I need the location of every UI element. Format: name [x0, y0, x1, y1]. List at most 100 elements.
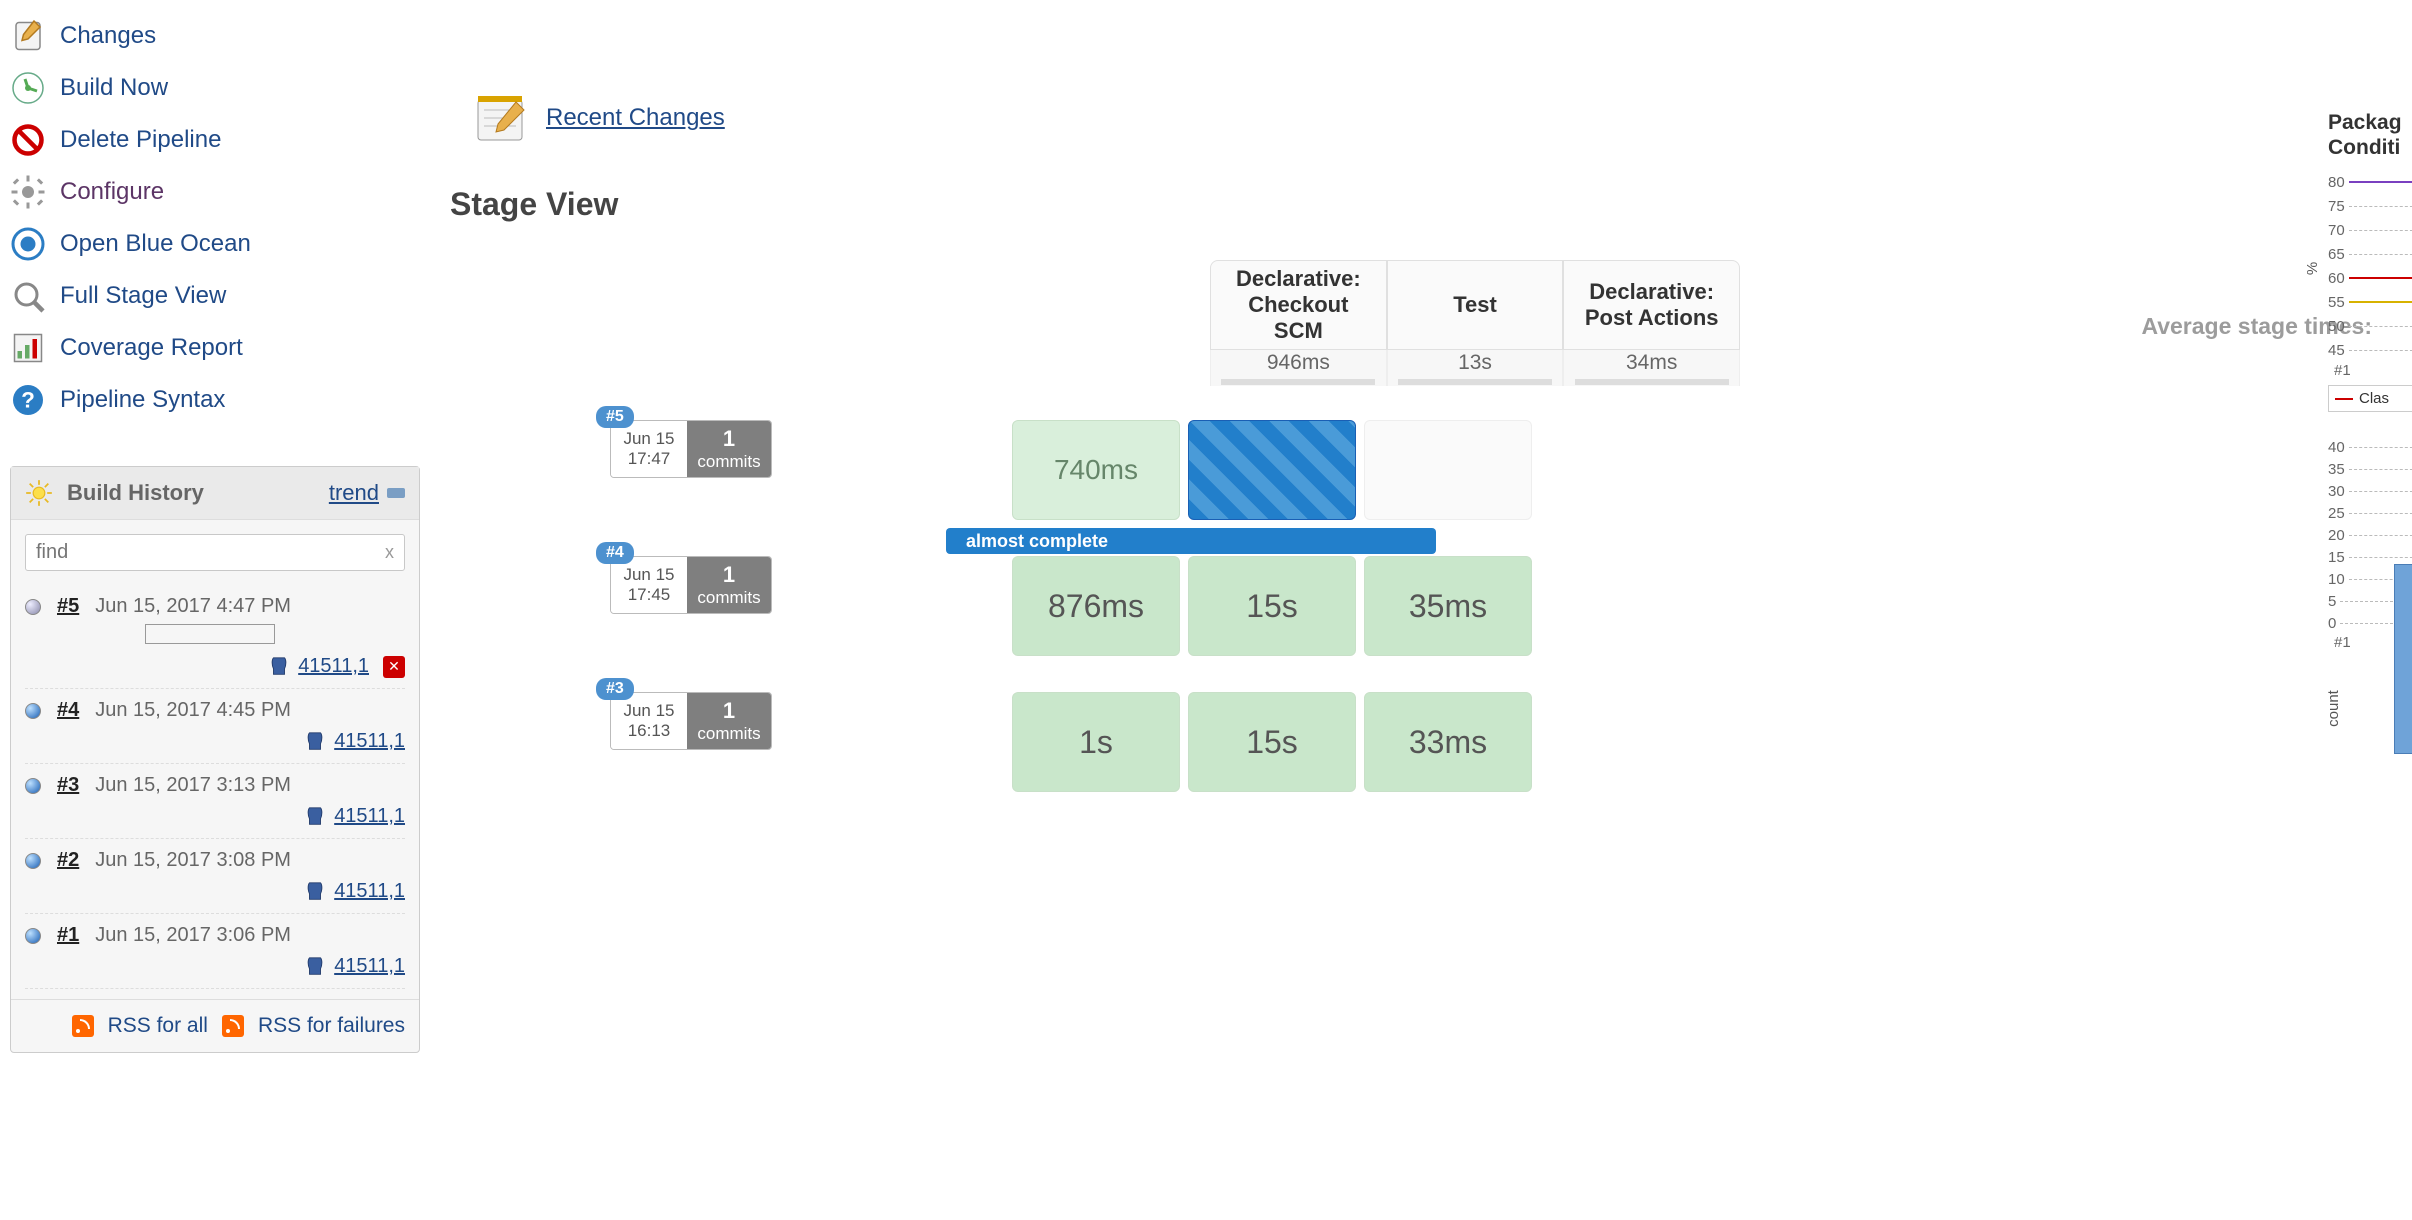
coverage-icon	[10, 330, 46, 366]
changes-icon	[10, 18, 46, 54]
stage-table: Declarative: Checkout SCMTestDeclarative…	[1210, 260, 1740, 386]
build-search-input[interactable]	[36, 541, 385, 564]
build-number-link[interactable]: #3	[57, 774, 79, 797]
build-badge[interactable]: #5	[596, 406, 634, 428]
avg-bar	[1221, 379, 1375, 385]
build-list-item: #3 Jun 15, 2017 3:13 PM 41511,1	[25, 764, 405, 839]
status-ball-icon	[25, 599, 41, 615]
jenkins-worker-icon	[304, 806, 326, 828]
y-tick: 20	[2328, 524, 2412, 546]
sidebar-item-delete[interactable]: Delete Pipeline	[10, 114, 420, 166]
rss-icon	[72, 1015, 94, 1037]
sidebar-item-full-stage[interactable]: Full Stage View	[10, 270, 420, 322]
chart1-y-label: %	[2304, 262, 2321, 275]
row-commits: 1commits	[687, 693, 771, 749]
stage-cell[interactable]: 15s	[1188, 556, 1356, 656]
y-tick: 60	[2328, 266, 2412, 290]
row-date: Jun 1517:45	[611, 557, 687, 613]
sidebar-item-blue-ocean[interactable]: Open Blue Ocean	[10, 218, 420, 270]
row-date-card: #5 Jun 1517:47 1commits	[610, 420, 772, 478]
chart2-y-label: count	[2325, 690, 2342, 727]
build-number-link[interactable]: #5	[57, 595, 79, 618]
stage-row: #5 Jun 1517:47 1commits 740ms	[610, 420, 1770, 520]
right-chart-area: Packag Conditi % 8075706560555045 #1 Cla…	[2328, 110, 2412, 651]
y-tick: 65	[2328, 242, 2412, 266]
sidebar-link[interactable]: Changes	[60, 22, 156, 50]
build-number-link[interactable]: #4	[57, 699, 79, 722]
stage-cell[interactable]	[1188, 420, 1356, 520]
chart1-title-line1: Packag	[2328, 110, 2412, 135]
chart1-title-line2: Conditi	[2328, 135, 2412, 160]
rss-failures-link[interactable]: RSS for failures	[258, 1014, 405, 1038]
notepad-icon	[470, 90, 530, 146]
recent-changes-link[interactable]: Recent Changes	[546, 104, 725, 132]
sidebar-link[interactable]: Full Stage View	[60, 282, 226, 310]
stage-cell[interactable]: 1s	[1012, 692, 1180, 792]
build-sub-link[interactable]: 41511,1	[334, 880, 405, 903]
avg-bar	[1575, 379, 1729, 385]
y-tick: 25	[2328, 502, 2412, 524]
build-now-icon	[10, 70, 46, 106]
stage-rows: #5 Jun 1517:47 1commits 740ms #4 Jun 151…	[910, 410, 1770, 792]
sidebar-link[interactable]: Pipeline Syntax	[60, 386, 225, 414]
chart1-x-tick: #1	[2334, 362, 2412, 379]
sidebar-item-changes[interactable]: Changes	[10, 10, 420, 62]
build-date: Jun 15, 2017 3:08 PM	[95, 849, 291, 872]
sidebar-link[interactable]: Delete Pipeline	[60, 126, 221, 154]
row-date: Jun 1516:13	[611, 693, 687, 749]
stage-cell[interactable]: 740ms	[1012, 420, 1180, 520]
avg-bar	[1398, 379, 1552, 385]
stage-row: #4 Jun 1517:45 1commits almost complete …	[610, 556, 1770, 656]
sidebar-link[interactable]: Configure	[60, 178, 164, 206]
trend-link[interactable]: trend	[329, 480, 379, 506]
build-badge[interactable]: #3	[596, 678, 634, 700]
build-sub-link[interactable]: 41511,1	[334, 805, 405, 828]
build-list-item: #2 Jun 15, 2017 3:08 PM 41511,1	[25, 839, 405, 914]
build-list-item: #5 Jun 15, 2017 4:47 PM 41511,1 ✕	[25, 585, 405, 689]
stage-cell[interactable]: 35ms	[1364, 556, 1532, 656]
build-date: Jun 15, 2017 4:47 PM	[95, 595, 291, 618]
stage-cell[interactable]: 876ms	[1012, 556, 1180, 656]
build-number-link[interactable]: #1	[57, 924, 79, 947]
build-history-title: Build History	[67, 480, 329, 506]
stage-header-cell: Declarative: Post Actions	[1563, 260, 1740, 350]
chart2-bar	[2394, 564, 2412, 754]
stage-cell[interactable]: 33ms	[1364, 692, 1532, 792]
build-sub-link[interactable]: 41511,1	[298, 655, 369, 678]
status-ball-icon	[25, 778, 41, 794]
rss-all-link[interactable]: RSS for all	[108, 1014, 208, 1038]
sidebar-link[interactable]: Open Blue Ocean	[60, 230, 251, 258]
stage-cells: 1s15s33ms	[1012, 692, 1532, 792]
sidebar-item-coverage[interactable]: Coverage Report	[10, 322, 420, 374]
build-sub-link[interactable]: 41511,1	[334, 955, 405, 978]
build-sub-link[interactable]: 41511,1	[334, 730, 405, 753]
build-badge[interactable]: #4	[596, 542, 634, 564]
stage-cell[interactable]: 15s	[1188, 692, 1356, 792]
collapse-icon[interactable]	[387, 488, 405, 498]
build-list-item: #4 Jun 15, 2017 4:45 PM 41511,1	[25, 689, 405, 764]
sun-icon	[25, 479, 53, 507]
y-tick: 30	[2328, 480, 2412, 502]
build-number-link[interactable]: #2	[57, 849, 79, 872]
chart1-y-axis: 8075706560555045	[2328, 170, 2412, 362]
sidebar-link[interactable]: Build Now	[60, 74, 168, 102]
clear-search-icon[interactable]: x	[385, 542, 394, 563]
cancel-build-icon[interactable]: ✕	[383, 656, 405, 678]
y-tick: 40	[2328, 436, 2412, 458]
sidebar-item-help[interactable]: ? Pipeline Syntax	[10, 374, 420, 426]
legend-line-icon	[2335, 398, 2353, 400]
side-menu: Changes Build Now Delete Pipeline Configure…	[10, 0, 420, 426]
build-date: Jun 15, 2017 4:45 PM	[95, 699, 291, 722]
stage-cell[interactable]	[1364, 420, 1532, 520]
sidebar-item-configure[interactable]: Configure	[10, 166, 420, 218]
sidebar-item-build-now[interactable]: Build Now	[10, 62, 420, 114]
status-ball-icon	[25, 703, 41, 719]
stage-cells: 740ms	[1012, 420, 1532, 520]
y-tick: 45	[2328, 338, 2412, 362]
jenkins-worker-icon	[304, 956, 326, 978]
row-commits: 1commits	[687, 557, 771, 613]
sidebar-link[interactable]: Coverage Report	[60, 334, 243, 362]
row-date: Jun 1517:47	[611, 421, 687, 477]
status-ball-icon	[25, 853, 41, 869]
svg-text:?: ?	[21, 388, 35, 413]
